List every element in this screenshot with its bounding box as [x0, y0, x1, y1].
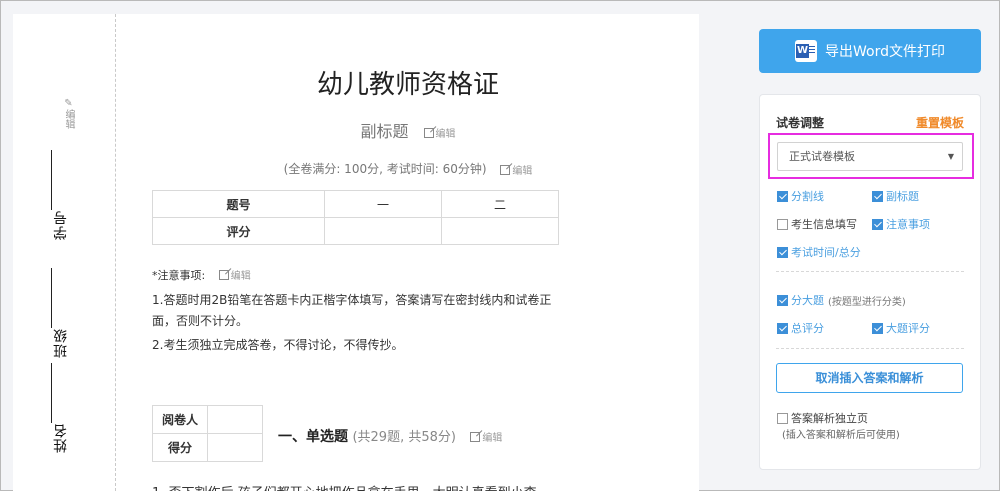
- template-select[interactable]: 正式试卷模板 ▼: [777, 142, 963, 171]
- section-name: 一、单选题: [278, 429, 348, 445]
- option-section-score[interactable]: 大题评分: [872, 320, 930, 336]
- name-label: 姓名: [53, 423, 69, 453]
- table-row: 阅卷人: [152, 405, 263, 434]
- notice-body: 1.答题时用2B铅笔在答题卡内正楷字体填写，答案请写在密封线内和试卷正面，否则不…: [152, 290, 562, 359]
- table-cell: 一: [324, 190, 442, 218]
- binding-margin: ✎编辑 学号 班级 姓名: [13, 14, 116, 491]
- table-cell: [207, 405, 263, 434]
- edit-icon: [423, 128, 434, 138]
- word-icon: [795, 40, 817, 62]
- table-cell: 评分: [152, 217, 325, 245]
- edit-icon: [470, 432, 481, 442]
- option-subtitle[interactable]: 副标题: [872, 188, 919, 204]
- grader-table: 阅卷人 得分: [152, 405, 263, 462]
- cancel-insert-answers-button[interactable]: 取消插入答案和解析: [776, 363, 963, 393]
- table-cell: 得分: [152, 433, 208, 462]
- table-cell: [324, 217, 442, 245]
- exam-paper: ✎编辑 学号 班级 姓名 幼儿教师资格证 副标题 编辑 (全卷满分: 100分,…: [13, 14, 699, 491]
- table-cell: 二: [441, 190, 559, 218]
- binding-edit-link[interactable]: ✎编辑: [61, 98, 76, 129]
- info-edit-link[interactable]: 编辑: [500, 165, 532, 177]
- table-row: 得分: [152, 433, 263, 462]
- table-cell: [441, 217, 559, 245]
- notice-heading-text: *注意事项:: [152, 269, 206, 282]
- checkbox-checked-icon: [777, 294, 788, 306]
- table-cell: 阅卷人: [152, 405, 208, 434]
- checkbox-checked-icon: [777, 322, 788, 334]
- subtitle-text[interactable]: 副标题: [360, 122, 408, 141]
- adjust-panel: 试卷调整 重置模板 正式试卷模板 ▼ 分割线 副标题 考生信息填写 注意事项 考…: [759, 94, 981, 470]
- checkbox-checked-icon: [777, 246, 788, 258]
- big-question-note: (按题型进行分类): [828, 296, 906, 308]
- checkbox-unchecked-icon: [777, 412, 788, 424]
- chevron-down-icon: ▼: [947, 152, 954, 161]
- checkbox-checked-icon: [872, 190, 883, 202]
- checkbox-checked-icon: [872, 322, 883, 334]
- class-label: 班级: [53, 328, 69, 358]
- student-id-field[interactable]: 学号: [51, 146, 71, 240]
- exam-info-line: (全卷满分: 100分, 考试时间: 60分钟) 编辑: [117, 160, 699, 177]
- option-separate-page[interactable]: 答案解析独立页: [777, 410, 868, 426]
- table-row: 评分: [152, 217, 559, 245]
- checkbox-checked-icon: [777, 190, 788, 202]
- option-student-info[interactable]: 考生信息填写: [777, 216, 857, 232]
- table-cell: 题号: [152, 190, 325, 218]
- option-notice[interactable]: 注意事项: [872, 216, 930, 232]
- subtitle-line: 副标题 编辑: [117, 118, 699, 142]
- option-divider[interactable]: 分割线: [777, 188, 824, 204]
- table-row: 题号 一 二: [152, 190, 559, 218]
- reset-template-link[interactable]: 重置模板: [916, 114, 964, 131]
- question-preview: 1. 歪下割作后 孩子们都开心地把作品拿在手里，大明认真看到小李: [152, 482, 537, 491]
- checkbox-checked-icon: [872, 218, 883, 230]
- table-cell: [207, 433, 263, 462]
- page-title[interactable]: 幼儿教师资格证: [117, 64, 699, 101]
- notice-edit-link[interactable]: 编辑: [218, 270, 251, 282]
- list-item: 2.考生须独立完成答卷，不得讨论，不得传抄。: [152, 338, 404, 352]
- checkbox-unchecked-icon: [777, 218, 788, 230]
- name-field[interactable]: 姓名: [51, 359, 71, 453]
- section-edit-link[interactable]: 编辑: [470, 432, 502, 444]
- divider: [776, 348, 964, 349]
- option-time-total[interactable]: 考试时间/总分: [777, 244, 861, 260]
- section-meta: (共29题, 共58分): [352, 430, 456, 445]
- edit-icon: [500, 165, 511, 175]
- template-select-value: 正式试卷模板: [789, 150, 855, 163]
- export-word-label: 导出Word文件打印: [825, 44, 945, 60]
- option-big-question[interactable]: 分大题 (按题型进行分类): [777, 292, 906, 308]
- list-item: 1.答题时用2B铅笔在答题卡内正楷字体填写，答案请写在密封线内和试卷正面，否则不…: [152, 293, 552, 328]
- divider: [776, 271, 964, 272]
- export-word-button[interactable]: 导出Word文件打印: [759, 29, 981, 73]
- notice-heading: *注意事项: 编辑: [152, 267, 251, 283]
- score-table: 题号 一 二 评分: [152, 190, 559, 245]
- option-total-score[interactable]: 总评分: [777, 320, 824, 336]
- class-field[interactable]: 班级: [51, 264, 71, 358]
- edit-icon: [218, 270, 229, 280]
- subtitle-edit-link[interactable]: 编辑: [423, 128, 456, 140]
- panel-title: 试卷调整: [776, 116, 825, 130]
- separate-page-hint: (插入答案和解析后可使用): [782, 430, 900, 441]
- student-id-label: 学号: [53, 210, 69, 240]
- exam-info-text[interactable]: (全卷满分: 100分, 考试时间: 60分钟): [284, 162, 487, 176]
- section-heading: 一、单选题 (共29题, 共58分) 编辑: [278, 426, 502, 446]
